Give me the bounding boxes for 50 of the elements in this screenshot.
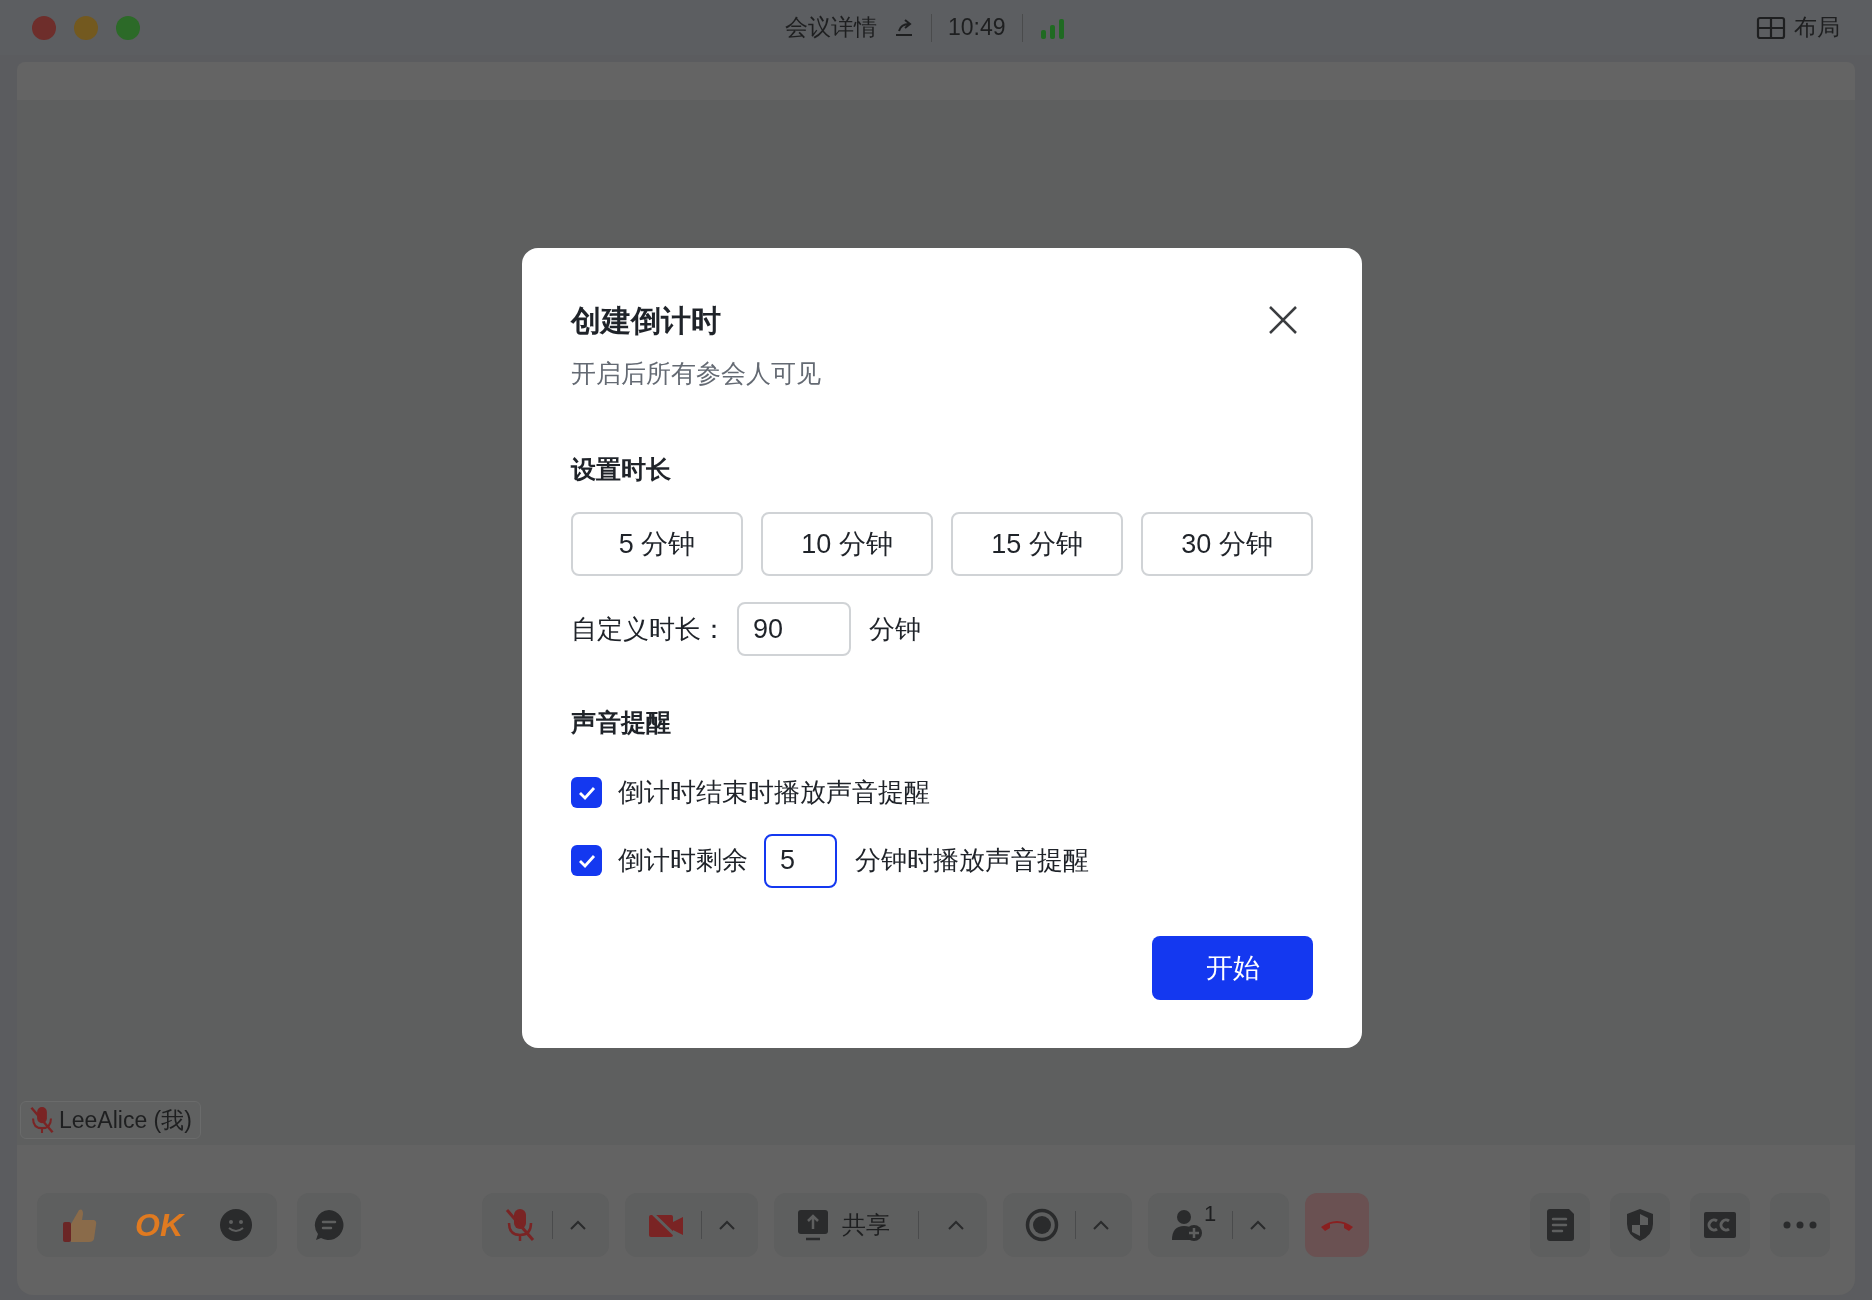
caret-icon bbox=[946, 1219, 965, 1231]
dialog-subtitle: 开启后所有参会人可见 bbox=[571, 358, 822, 389]
duration-option[interactable]: 30 分钟 bbox=[1141, 512, 1313, 576]
duration-option[interactable]: 10 分钟 bbox=[761, 512, 933, 576]
participant-name: LeeAlice (我) bbox=[59, 1105, 192, 1135]
hang-up-button[interactable] bbox=[1305, 1193, 1370, 1257]
reminder-label: 倒计时结束时播放声音提醒 bbox=[618, 776, 930, 809]
custom-duration-field[interactable]: 90 bbox=[737, 602, 851, 656]
minutes-unit: 分钟 bbox=[869, 612, 921, 646]
reminder-label: 倒计时剩余 bbox=[618, 844, 748, 877]
more-button[interactable] bbox=[1770, 1193, 1830, 1257]
reminder-label: 分钟时播放声音提醒 bbox=[855, 844, 1089, 877]
security-button[interactable] bbox=[1610, 1193, 1670, 1257]
start-button[interactable]: 开始 bbox=[1152, 936, 1313, 1000]
checkbox[interactable] bbox=[571, 777, 602, 808]
captions-icon bbox=[1703, 1211, 1737, 1239]
record-icon bbox=[1024, 1208, 1059, 1242]
smiley-icon[interactable] bbox=[219, 1208, 253, 1242]
share-arrow-icon bbox=[893, 16, 915, 39]
close-window-button[interactable] bbox=[32, 15, 56, 40]
record-button[interactable] bbox=[1002, 1193, 1132, 1257]
caret-icon bbox=[1091, 1219, 1110, 1231]
document-icon bbox=[1545, 1208, 1575, 1242]
duration-option[interactable]: 5 分钟 bbox=[571, 512, 743, 576]
caret-icon bbox=[717, 1219, 736, 1231]
checkmark-icon bbox=[577, 853, 596, 868]
shield-icon bbox=[1625, 1208, 1655, 1242]
duration-heading: 设置时长 bbox=[571, 453, 672, 485]
screen-upload-icon bbox=[795, 1208, 830, 1242]
duration-option[interactable]: 15 分钟 bbox=[951, 512, 1123, 576]
caret-icon bbox=[1249, 1219, 1268, 1231]
add-person-icon bbox=[1169, 1208, 1204, 1242]
chat-button[interactable] bbox=[297, 1193, 361, 1257]
remaining-minutes-field[interactable]: 5 bbox=[764, 833, 837, 888]
meeting-time: 10:49 bbox=[948, 13, 1006, 43]
caret-icon bbox=[568, 1219, 587, 1231]
microphone-button[interactable] bbox=[481, 1193, 609, 1257]
close-icon bbox=[1268, 305, 1298, 335]
grid-layout-icon bbox=[1756, 15, 1786, 40]
more-icon bbox=[1783, 1221, 1817, 1229]
dialog-title: 创建倒计时 bbox=[571, 303, 721, 339]
chat-bubble-icon bbox=[312, 1208, 346, 1242]
checkmark-icon bbox=[577, 785, 596, 800]
captions-button[interactable] bbox=[1690, 1193, 1750, 1257]
notes-button[interactable] bbox=[1530, 1193, 1590, 1257]
participant-count: 1 bbox=[1203, 1200, 1217, 1228]
sound-heading: 声音提醒 bbox=[571, 707, 672, 738]
custom-duration-label: 自定义时长： bbox=[571, 612, 727, 646]
camera-button[interactable] bbox=[624, 1193, 758, 1257]
checkbox[interactable] bbox=[571, 845, 602, 876]
